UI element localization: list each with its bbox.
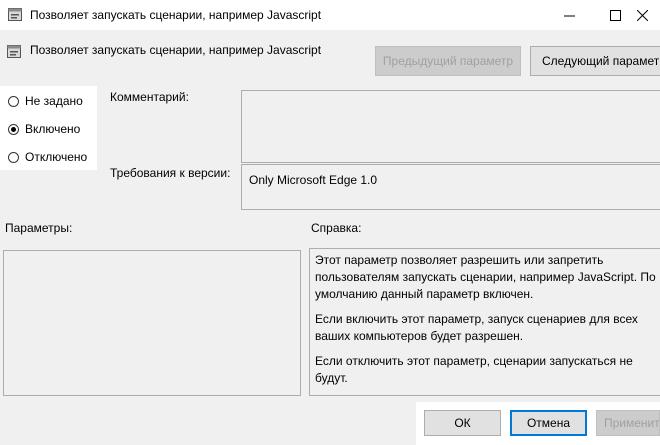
radio-label: Отключено (25, 150, 88, 164)
supported-on-label: Требования к версии: (110, 166, 231, 180)
supported-on-value: Only Microsoft Edge 1.0 (249, 173, 378, 187)
supported-on-field: Only Microsoft Edge 1.0 (241, 164, 660, 210)
cancel-button[interactable]: Отмена (510, 410, 587, 436)
help-label: Справка: (311, 221, 362, 235)
policy-settings-icon (7, 45, 21, 58)
comment-textarea[interactable] (241, 90, 660, 163)
next-setting-button[interactable]: Следующий параметр (530, 46, 660, 76)
radio-label: Не задано (25, 94, 83, 108)
radio-enabled[interactable]: Включено (8, 122, 80, 136)
ok-button[interactable]: ОК (424, 410, 501, 436)
maximize-icon (609, 9, 621, 21)
minimize-icon (563, 15, 575, 16)
options-pane[interactable] (3, 250, 301, 396)
apply-button[interactable]: Применить (596, 410, 660, 436)
help-paragraph: Этот параметр позволяет разрешить или за… (315, 253, 656, 301)
close-icon (637, 9, 648, 21)
radio-disabled[interactable]: Отключено (8, 150, 87, 164)
policy-settings-icon (8, 8, 22, 21)
options-label: Параметры: (5, 221, 73, 235)
radio-not-configured[interactable]: Не задано (8, 94, 83, 108)
window-title: Позволяет запускать сценарии, например J… (30, 8, 322, 22)
help-paragraph: Если включить этот параметр, запуск сцен… (315, 312, 638, 343)
help-paragraph: Если отключить этот параметр, сценарии з… (315, 354, 633, 385)
radio-circle[interactable] (8, 123, 19, 135)
radio-label: Включено (25, 122, 81, 136)
radio-circle[interactable] (8, 95, 19, 107)
close-button[interactable] (625, 0, 660, 30)
minimize-button[interactable] (546, 0, 592, 30)
radio-circle[interactable] (8, 151, 19, 163)
help-pane[interactable]: Этот параметр позволяет разрешить или за… (309, 248, 660, 396)
setting-name: Позволяет запускать сценарии, например J… (30, 43, 322, 57)
previous-setting-button[interactable]: Предыдущий параметр (375, 46, 521, 76)
comment-label: Комментарий: (110, 90, 189, 104)
